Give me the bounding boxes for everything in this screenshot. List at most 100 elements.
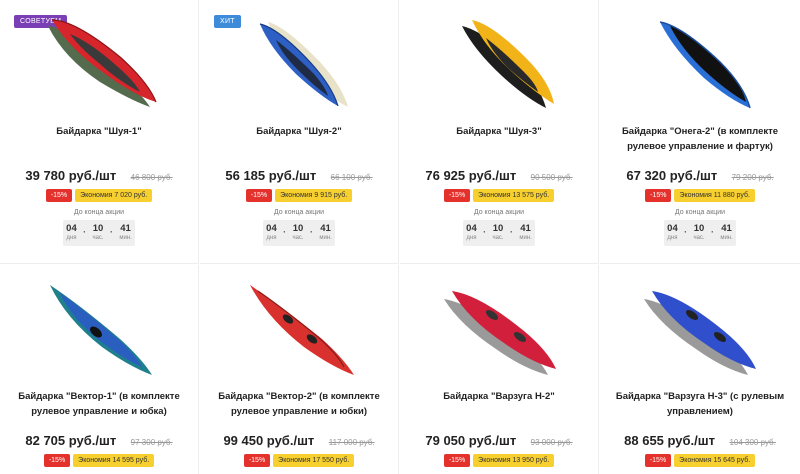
discount-badge: -15%	[644, 454, 672, 467]
discount-badge: -15%	[43, 454, 71, 467]
product-title[interactable]: Байдарка "Онега-2" (в комплекте рулевое …	[608, 124, 792, 154]
timer-minutes-label: мин.	[519, 235, 532, 241]
timer-separator: ·	[309, 227, 313, 237]
discount-row: -15% Экономия 7 020 руб.	[0, 184, 198, 202]
promo-until-label: До конца акции	[273, 209, 325, 216]
kayak-blue-beige-icon[interactable]	[230, 12, 370, 112]
economy-badge: Экономия 14 595 руб.	[73, 454, 155, 467]
discount-row: -15% Экономия 11 880 руб.	[600, 184, 800, 202]
product-card[interactable]: Байдарка "Шуя-3" 76 925 руб./шт 90 500 р…	[400, 0, 599, 264]
timer-minutes: 41	[721, 223, 732, 234]
product-card[interactable]: Байдарка "Онега-2" (в комплекте рулевое …	[600, 0, 800, 264]
price-row: 56 185 руб./шт 66 100 руб.	[200, 167, 398, 185]
timer-separator: ·	[83, 227, 87, 237]
timer-hours: 10	[92, 223, 104, 234]
product-card[interactable]: Байдарка "Варзуга Н-3" (с рулевым управл…	[600, 265, 800, 474]
old-price: 90 500 руб.	[530, 173, 573, 182]
discount-row: -15% Экономия 9 915 руб.	[200, 184, 398, 202]
timer-hours: 10	[492, 223, 504, 234]
discount-badge: -15%	[443, 189, 471, 202]
kayak-red-green-icon[interactable]	[30, 12, 170, 112]
kayak-red-grey-icon[interactable]	[430, 277, 570, 377]
timer-separator: ·	[483, 227, 487, 237]
product-card[interactable]: Байдарка "Вектор-1" (в комплекте рулевое…	[0, 265, 199, 474]
price-row: 99 450 руб./шт 117 000 руб.	[200, 432, 398, 450]
timer-days: 04	[266, 223, 277, 234]
kayak-blue-grey-icon[interactable]	[630, 277, 770, 377]
economy-badge: Экономия 13 950 руб.	[473, 454, 555, 467]
timer-days-label: дня	[667, 235, 678, 241]
kayak-blue-black-icon[interactable]	[630, 12, 770, 112]
price-row: 67 320 руб./шт 79 200 руб.	[600, 167, 800, 185]
discount-badge: -15%	[443, 454, 471, 467]
discount-badge: -15%	[45, 189, 73, 202]
product-title[interactable]: Байдарка "Шуя-2"	[208, 124, 390, 139]
economy-badge: Экономия 17 550 руб.	[273, 454, 355, 467]
discount-row: -15% Экономия 14 595 руб.	[0, 449, 198, 467]
product-title[interactable]: Байдарка "Вектор-2" (в комплекте рулевое…	[208, 389, 390, 419]
discount-row: -15% Экономия 13 950 руб.	[400, 449, 598, 467]
price: 39 780 руб./шт	[25, 168, 117, 183]
price-row: 39 780 руб./шт 46 800 руб.	[0, 167, 198, 185]
timer-separator: ·	[283, 227, 287, 237]
countdown-timer: 04 дня · 10 час. · 41 мин.	[63, 220, 135, 246]
old-price: 104 300 руб.	[729, 438, 776, 447]
countdown-timer: 04 дня · 10 час. · 41 мин.	[664, 220, 736, 246]
price-row: 88 655 руб./шт 104 300 руб.	[600, 432, 800, 450]
kayak-yellow-black-icon[interactable]	[430, 12, 570, 112]
timer-minutes: 41	[320, 223, 331, 234]
timer-hours-label: час.	[92, 235, 104, 241]
timer-hours: 10	[693, 223, 705, 234]
product-title[interactable]: Байдарка "Шуя-3"	[408, 124, 590, 139]
price: 82 705 руб./шт	[25, 433, 117, 448]
timer-hours-label: час.	[492, 235, 504, 241]
timer-minutes-label: мин.	[319, 235, 332, 241]
timer-separator: ·	[109, 227, 113, 237]
product-card[interactable]: Хит Байдарка "Шуя-2" 56 185 руб./шт 66 1…	[200, 0, 399, 264]
discount-row: -15% Экономия 13 575 руб.	[400, 184, 598, 202]
old-price: 79 200 руб.	[731, 173, 774, 182]
economy-badge: Экономия 7 020 руб.	[75, 189, 153, 202]
product-card[interactable]: Байдарка "Вектор-2" (в комплекте рулевое…	[200, 265, 399, 474]
timer-hours: 10	[292, 223, 304, 234]
old-price: 97 300 руб.	[130, 438, 173, 447]
timer-days: 04	[66, 223, 77, 234]
price: 56 185 руб./шт	[225, 168, 317, 183]
countdown-timer: 04 дня · 10 час. · 41 мин.	[263, 220, 335, 246]
timer-days: 04	[667, 223, 678, 234]
economy-badge: Экономия 9 915 руб.	[275, 189, 353, 202]
price: 99 450 руб./шт	[223, 433, 315, 448]
timer-days-label: дня	[266, 235, 277, 241]
price: 67 320 руб./шт	[626, 168, 718, 183]
promo-until-label: До конца акции	[73, 209, 125, 216]
product-title[interactable]: Байдарка "Варзуга Н-3" (с рулевым управл…	[608, 389, 792, 419]
old-price: 66 100 руб.	[330, 173, 373, 182]
promo-until-label: До конца акции	[674, 209, 726, 216]
price: 79 050 руб./шт	[425, 433, 517, 448]
economy-badge: Экономия 15 645 руб.	[674, 454, 756, 467]
discount-row: -15% Экономия 17 550 руб.	[200, 449, 398, 467]
product-card[interactable]: Байдарка "Варзуга Н-2" 79 050 руб./шт 93…	[400, 265, 599, 474]
timer-minutes: 41	[120, 223, 131, 234]
old-price: 117 000 руб.	[328, 438, 375, 447]
countdown-timer: 04 дня · 10 час. · 41 мин.	[463, 220, 535, 246]
kayak-red-single-icon[interactable]	[230, 277, 370, 377]
timer-separator: ·	[684, 227, 688, 237]
price-row: 82 705 руб./шт 97 300 руб.	[0, 432, 198, 450]
product-title[interactable]: Байдарка "Вектор-1" (в комплекте рулевое…	[8, 389, 190, 419]
timer-minutes-label: мин.	[119, 235, 132, 241]
discount-badge: -15%	[243, 454, 271, 467]
kayak-teal-blue-icon[interactable]	[30, 277, 170, 377]
product-grid: Советуем Байдарка "Шуя-1" 39 780 руб./шт…	[0, 0, 800, 474]
product-title[interactable]: Байдарка "Варзуга Н-2"	[408, 389, 590, 404]
price-row: 76 925 руб./шт 90 500 руб.	[400, 167, 598, 185]
timer-hours-label: час.	[292, 235, 304, 241]
product-card[interactable]: Советуем Байдарка "Шуя-1" 39 780 руб./шт…	[0, 0, 199, 264]
price: 76 925 руб./шт	[425, 168, 517, 183]
product-title[interactable]: Байдарка "Шуя-1"	[8, 124, 190, 139]
timer-minutes: 41	[520, 223, 531, 234]
timer-separator: ·	[710, 227, 714, 237]
price: 88 655 руб./шт	[624, 433, 715, 448]
timer-days-label: дня	[466, 235, 477, 241]
timer-minutes-label: мин.	[720, 235, 733, 241]
